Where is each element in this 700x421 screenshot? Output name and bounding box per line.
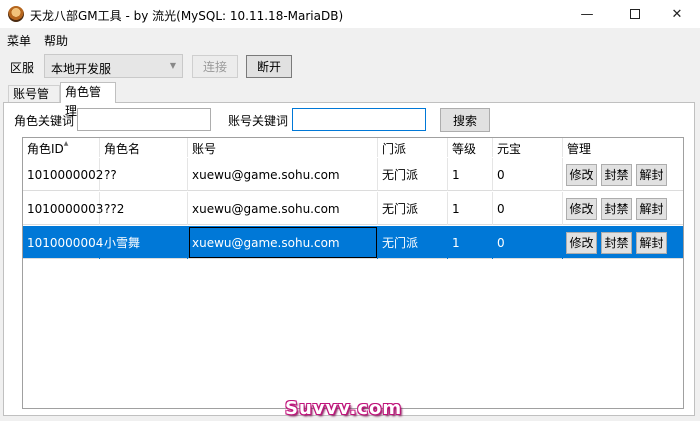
- account-keyword-label: 账号关键词: [228, 114, 289, 128]
- ban-button[interactable]: 封禁: [601, 231, 632, 254]
- maximize-button[interactable]: [612, 0, 658, 28]
- close-button[interactable]: ✕: [654, 0, 700, 28]
- cell-account: xuewu@game.sohu.com: [188, 226, 378, 259]
- column-header-yuanbao[interactable]: 元宝: [493, 138, 563, 157]
- cell-role-name: 小雪舞: [100, 226, 188, 259]
- edit-button[interactable]: 修改: [566, 231, 597, 254]
- unban-button[interactable]: 解封: [636, 163, 667, 186]
- chevron-down-icon: ▼: [169, 61, 176, 70]
- close-icon: ✕: [671, 6, 683, 22]
- table-row[interactable]: 1010000002 ?? xuewu@game.sohu.com 无门派 1 …: [23, 158, 683, 191]
- server-label: 区服: [10, 61, 35, 75]
- ban-button[interactable]: 封禁: [601, 163, 632, 186]
- cell-role-name: ??2: [100, 192, 188, 225]
- title-bar[interactable]: 天龙八部GM工具 - by 流光(MySQL: 10.11.18-MariaDB…: [0, 0, 700, 28]
- cell-actions: 修改 封禁 解封: [563, 226, 683, 259]
- window-title: 天龙八部GM工具 - by 流光(MySQL: 10.11.18-MariaDB…: [30, 9, 344, 23]
- cell-yuanbao: 0: [493, 226, 563, 259]
- cell-role-name: ??: [100, 158, 188, 191]
- column-header-sect[interactable]: 门派: [378, 138, 448, 157]
- unban-button[interactable]: 解封: [636, 197, 667, 220]
- cell-sect: 无门派: [378, 192, 448, 225]
- cell-level: 1: [448, 226, 493, 259]
- cell-actions: 修改 封禁 解封: [563, 192, 683, 225]
- server-select[interactable]: 本地开发服 ▼: [44, 54, 183, 78]
- unban-button[interactable]: 解封: [636, 231, 667, 254]
- table-row[interactable]: 1010000003 ??2 xuewu@game.sohu.com 无门派 1…: [23, 192, 683, 225]
- server-select-value: 本地开发服: [51, 62, 112, 76]
- column-header-level[interactable]: 等级: [448, 138, 493, 157]
- maximize-icon: [630, 9, 640, 19]
- edit-button[interactable]: 修改: [566, 163, 597, 186]
- search-button[interactable]: 搜索: [440, 108, 490, 132]
- column-header-role-name[interactable]: 角色名: [100, 138, 188, 157]
- menu-item-menu[interactable]: 菜单: [7, 32, 31, 49]
- menu-bar: 菜单 帮助: [0, 28, 700, 50]
- cell-actions: 修改 封禁 解封: [563, 158, 683, 191]
- watermark-text: Suvvv.com: [285, 398, 403, 419]
- column-header-account[interactable]: 账号: [188, 138, 378, 157]
- cell-yuanbao: 0: [493, 158, 563, 191]
- cell-sect: 无门派: [378, 158, 448, 191]
- tab-role-management[interactable]: 角色管理: [60, 82, 116, 118]
- edit-button[interactable]: 修改: [566, 197, 597, 220]
- app-logo-icon: [8, 6, 24, 22]
- cell-role-id: 1010000003: [23, 192, 103, 225]
- role-keyword-input[interactable]: [77, 108, 211, 131]
- cell-role-id: 1010000004: [23, 226, 103, 259]
- roles-table[interactable]: 角色ID▲ 角色名 账号 门派 等级 元宝 管理 1010000002 ?? x…: [22, 137, 684, 409]
- cell-yuanbao: 0: [493, 192, 563, 225]
- cell-role-id: 1010000002: [23, 158, 103, 191]
- sort-ascending-icon: ▲: [63, 140, 69, 147]
- column-header-role-id[interactable]: 角色ID▲: [23, 138, 100, 157]
- connect-button[interactable]: 连接: [192, 55, 238, 78]
- role-management-panel: 角色关键词 账号关键词 搜索 角色ID▲ 角色名 账号 门派 等级 元宝 管理 …: [3, 102, 695, 416]
- cell-level: 1: [448, 192, 493, 225]
- account-keyword-input[interactable]: [292, 108, 426, 131]
- column-header-label: 角色ID: [27, 142, 64, 156]
- cell-account: xuewu@game.sohu.com: [188, 192, 378, 225]
- app-window: 天龙八部GM工具 - by 流光(MySQL: 10.11.18-MariaDB…: [0, 0, 700, 421]
- cell-account: xuewu@game.sohu.com: [188, 158, 378, 191]
- tab-account-management[interactable]: 账号管理: [8, 85, 60, 117]
- column-header-management[interactable]: 管理: [563, 138, 683, 157]
- cell-level: 1: [448, 158, 493, 191]
- minimize-button[interactable]: —: [564, 0, 610, 28]
- disconnect-button[interactable]: 断开: [246, 55, 292, 78]
- table-header: 角色ID▲ 角色名 账号 门派 等级 元宝 管理: [23, 138, 683, 157]
- table-row-selected[interactable]: 1010000004 小雪舞 xuewu@game.sohu.com 无门派 1…: [23, 226, 683, 259]
- cell-sect: 无门派: [378, 226, 448, 259]
- menu-item-help[interactable]: 帮助: [44, 32, 68, 49]
- ban-button[interactable]: 封禁: [601, 197, 632, 220]
- minimize-icon: —: [580, 6, 594, 22]
